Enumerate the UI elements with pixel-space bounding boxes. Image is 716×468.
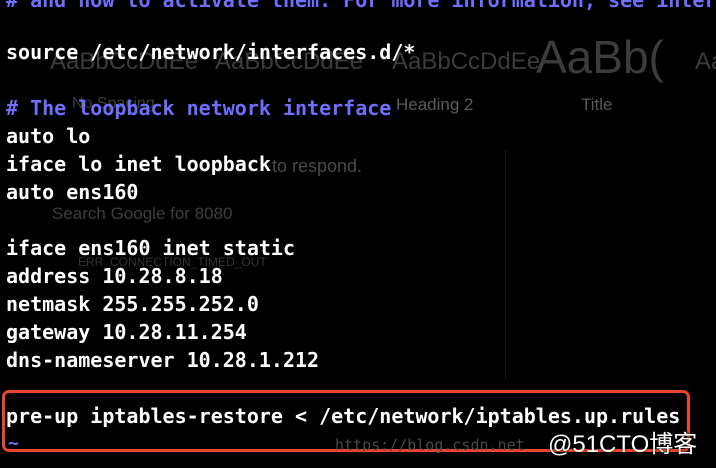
loopback-comment-line: # The loopback network interface (6, 96, 392, 120)
watermark-url: https://blog.csdn.net (335, 436, 525, 454)
watermark-brand: @51CTO博客 (548, 431, 698, 458)
auto-ens-line: auto ens160 (6, 180, 139, 204)
source-line: source /etc/network/interfaces.d/* (6, 40, 416, 64)
gateway-line: gateway 10.28.11.254 (6, 320, 247, 344)
address-line: address 10.28.8.18 (6, 264, 223, 288)
comment-line-top: # and how to activate them. For more inf… (6, 0, 716, 12)
iface-lo-line: iface lo inet loopback (6, 152, 271, 176)
netmask-line: netmask 255.255.252.0 (6, 292, 259, 316)
auto-lo-line: auto lo (6, 124, 91, 148)
iface-ens-line: iface ens160 inet static (6, 236, 295, 260)
dns-nameserver-line: dns-nameserver 10.28.1.212 (6, 348, 320, 372)
